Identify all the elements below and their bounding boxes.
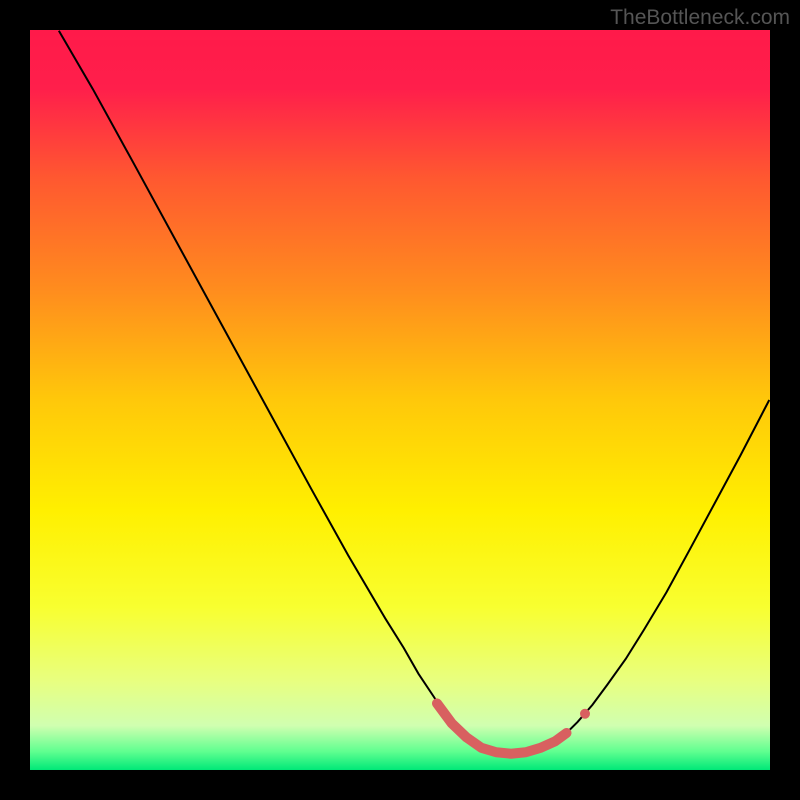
plot-background <box>30 30 770 770</box>
optimal-range-dot <box>580 709 590 719</box>
bottleneck-chart <box>0 0 800 800</box>
watermark-text: TheBottleneck.com <box>610 6 790 30</box>
chart-container: TheBottleneck.com <box>0 0 800 800</box>
